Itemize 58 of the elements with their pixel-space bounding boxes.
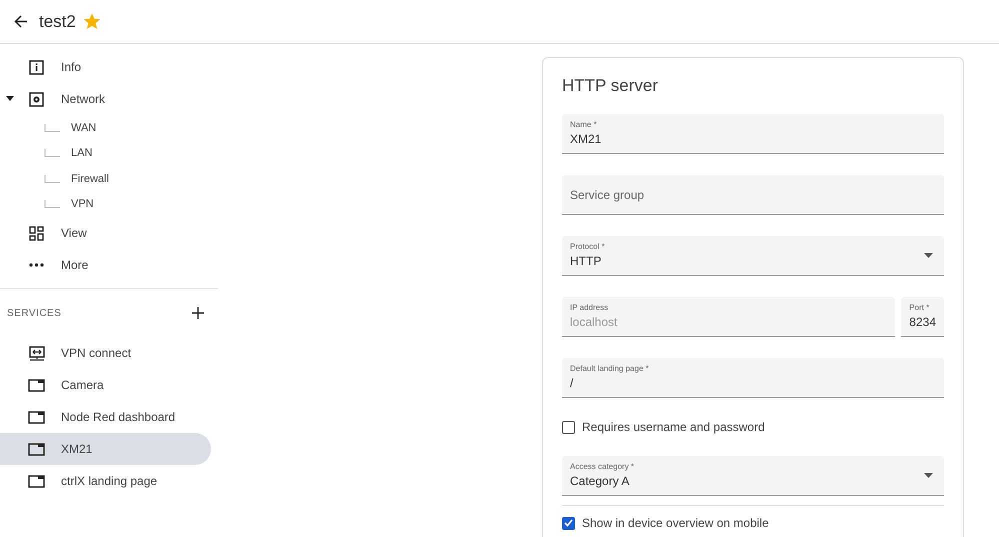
- field-label: Access category *: [570, 462, 636, 471]
- nav-item[interactable]: Info: [0, 51, 218, 83]
- field-label: Protocol *: [570, 242, 606, 251]
- page-title: test2: [39, 12, 76, 32]
- window-icon: [28, 410, 45, 424]
- field-value: /: [570, 376, 574, 390]
- info-icon: [29, 60, 44, 74]
- nav-subitem[interactable]: WAN: [0, 115, 218, 140]
- field-placeholder: Service group: [570, 188, 646, 202]
- field-label: IP address: [570, 303, 610, 312]
- window-icon: [28, 442, 45, 456]
- service-item[interactable]: XM21: [0, 433, 211, 465]
- tree-line: [44, 124, 60, 132]
- field-value: XM21: [570, 132, 602, 146]
- checkbox-label: Show in device overview on mobile: [582, 516, 769, 530]
- settings-icon: [29, 92, 44, 106]
- nav-item[interactable]: More: [0, 249, 218, 281]
- dashboard-icon: [29, 226, 44, 240]
- dropdown-icon: [924, 473, 933, 478]
- select-field[interactable]: Access category * Category A: [562, 456, 944, 496]
- more-icon: [29, 263, 44, 267]
- caret-icon[interactable]: [6, 96, 14, 101]
- checkbox-label: Requires username and password: [582, 420, 765, 434]
- star-icon[interactable]: [84, 14, 100, 29]
- service-item[interactable]: Camera: [0, 369, 211, 401]
- field-label: Name *: [570, 120, 598, 129]
- nav-item[interactable]: Network: [0, 83, 218, 115]
- service-item[interactable]: ctrlX landing page: [0, 465, 211, 497]
- checkbox[interactable]: [562, 516, 575, 530]
- checkbox[interactable]: [562, 420, 575, 434]
- nav-subitem[interactable]: LAN: [0, 140, 218, 166]
- field-value: localhost: [570, 315, 618, 329]
- field-value: 8234: [909, 315, 936, 329]
- nav-item[interactable]: View: [0, 217, 218, 249]
- tree-line: [44, 200, 60, 208]
- field-label: Port *: [909, 303, 930, 312]
- field-value: HTTP: [570, 254, 602, 268]
- tree-line: [44, 149, 60, 158]
- service-item[interactable]: VPN connect: [0, 337, 211, 369]
- input-field[interactable]: Service group: [562, 175, 944, 215]
- input-field[interactable]: Default landing page * /: [562, 358, 944, 398]
- input-field[interactable]: Name * XM21: [562, 114, 944, 154]
- service-item[interactable]: Node Red dashboard: [0, 401, 211, 433]
- field-label: Default landing page *: [570, 364, 650, 373]
- nav-subitem[interactable]: VPN: [0, 192, 218, 217]
- window-icon: [28, 378, 45, 392]
- input-field[interactable]: Port * 8234: [901, 297, 944, 337]
- dropdown-icon: [924, 253, 933, 258]
- field-value: Category A: [570, 474, 630, 488]
- section-heading: SERVICES: [7, 308, 62, 318]
- add-button[interactable]: [192, 307, 204, 319]
- tree-line: [44, 174, 60, 183]
- select-field[interactable]: Protocol * HTTP: [562, 236, 944, 276]
- window-icon: [28, 474, 45, 488]
- nav-subitem[interactable]: Firewall: [0, 166, 218, 192]
- back-arrow-icon[interactable]: [14, 15, 28, 28]
- card-title: HTTP server: [562, 76, 660, 96]
- monitor-icon: [28, 346, 44, 360]
